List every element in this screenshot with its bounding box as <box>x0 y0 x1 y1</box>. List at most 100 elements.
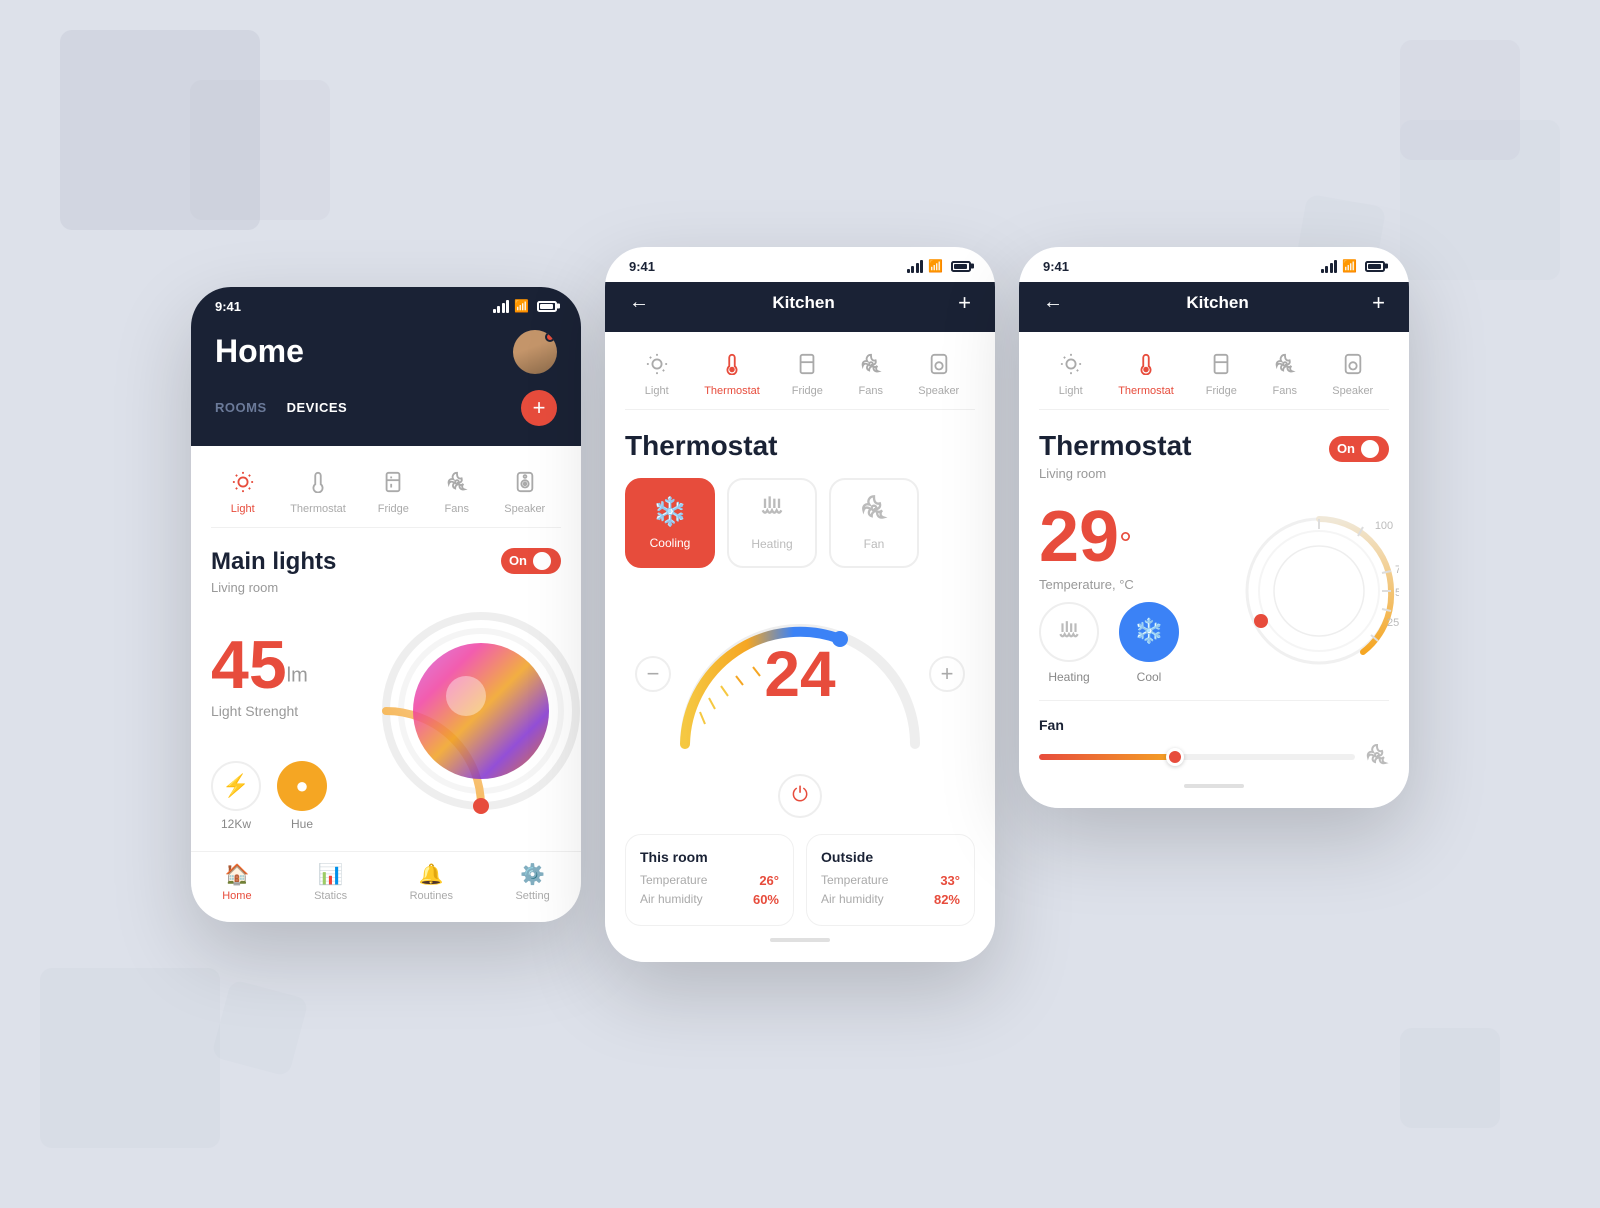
category-tabs-1: Light Thermostat Fridge <box>211 466 561 528</box>
fan-label-3: Fan <box>1039 717 1389 733</box>
nav-routines[interactable]: 🔔 Routines <box>410 862 453 902</box>
svg-text:50: 50 <box>1395 587 1399 599</box>
power-toggle-3[interactable]: On <box>1329 436 1389 462</box>
cat-tab-thermostat[interactable]: Thermostat <box>290 466 346 515</box>
power-toggle-1[interactable]: On <box>501 548 561 574</box>
fridge-icon-2 <box>791 348 823 380</box>
plus-button-2[interactable]: + <box>958 290 971 316</box>
rooms-tab[interactable]: ROOMS <box>215 400 267 415</box>
fans-icon-1 <box>441 466 473 498</box>
phone-thermostat: 9:41 📶 ← Kitchen + <box>605 247 995 962</box>
phone2-body: Light Thermostat Fridge <box>605 332 995 962</box>
kitchen-header-2: ← Kitchen + <box>605 282 995 332</box>
back-button-2[interactable]: ← <box>629 291 649 314</box>
cat2-light[interactable]: Light <box>641 348 673 397</box>
toggle-circle-3 <box>1361 440 1379 458</box>
mode-cooling[interactable]: ❄️ Cooling <box>625 478 715 568</box>
light-unit: lm <box>287 664 308 686</box>
stat-hue: ● Hue <box>277 761 327 831</box>
cat-tab-light[interactable]: Light <box>227 466 259 515</box>
stats-row: ⚡ 12Kw ● Hue <box>211 761 327 831</box>
devices-tab[interactable]: DEVICES <box>287 400 348 415</box>
notification-dot <box>545 332 555 342</box>
back-button-3[interactable]: ← <box>1043 291 1063 314</box>
cat3-label-light: Light <box>1059 385 1083 397</box>
phone1-body: Light Thermostat Fridge <box>191 446 581 851</box>
power-btn-2: ⏻ <box>625 774 975 818</box>
power-circle-2[interactable]: ⏻ <box>778 774 822 818</box>
cat-label-light: Light <box>231 503 255 515</box>
cool-item[interactable]: ❄️ Cool <box>1119 602 1179 684</box>
dial-plus-2[interactable]: + <box>929 656 965 692</box>
thermostat-icon-3 <box>1130 348 1162 380</box>
cat3-fans[interactable]: Fans <box>1269 348 1301 397</box>
cat-tab-speaker[interactable]: Speaker <box>504 466 545 515</box>
light-value: 45 <box>211 627 287 703</box>
svg-text:100: 100 <box>1375 520 1393 532</box>
status-icons-1: 📶 <box>493 299 557 313</box>
cat-tab-fridge[interactable]: Fridge <box>377 466 409 515</box>
setting-icon: ⚙️ <box>520 862 545 887</box>
fan-slider[interactable] <box>1039 754 1355 760</box>
wifi-icon-1: 📶 <box>514 299 529 313</box>
cat2-label-thermostat: Thermostat <box>704 385 760 397</box>
divider-3 <box>1039 700 1389 701</box>
mode-heating[interactable]: Heating <box>727 478 817 568</box>
cat-tab-fans[interactable]: Fans <box>441 466 473 515</box>
toggle-circle-1 <box>533 552 551 570</box>
big-temp-value: 29 <box>1039 497 1119 577</box>
thermostat-icon-2 <box>716 348 748 380</box>
cat2-speaker[interactable]: Speaker <box>918 348 959 397</box>
fan-slider-row <box>1039 743 1389 772</box>
cat2-fridge[interactable]: Fridge <box>791 348 823 397</box>
nav-statics[interactable]: 📊 Statics <box>314 862 347 902</box>
color-dial[interactable] <box>371 601 581 821</box>
time-3: 9:41 <box>1043 259 1069 274</box>
fridge-icon-1 <box>377 466 409 498</box>
svg-text:25: 25 <box>1387 617 1399 629</box>
fan-slider-thumb[interactable] <box>1166 748 1184 766</box>
fan-section: Fan <box>1039 717 1389 772</box>
cool-label-3: Cool <box>1137 670 1162 684</box>
fan-icon-3 <box>1365 743 1389 772</box>
add-button[interactable]: + <box>521 390 557 426</box>
degree-symbol: ° <box>1119 525 1132 561</box>
light-label: Light Strenght <box>211 703 308 719</box>
user-avatar[interactable] <box>513 330 557 374</box>
mode-fan[interactable]: Fan <box>829 478 919 568</box>
time-1: 9:41 <box>215 299 241 314</box>
plus-button-3[interactable]: + <box>1372 290 1385 316</box>
dial-minus-2[interactable]: − <box>635 656 671 692</box>
cat2-thermostat[interactable]: Thermostat <box>704 348 760 397</box>
cat3-label-speaker: Speaker <box>1332 385 1373 397</box>
stat-label-hue: Hue <box>291 817 313 831</box>
hue-icon: ● <box>277 761 327 811</box>
nav-setting[interactable]: ⚙️ Setting <box>515 862 549 902</box>
cat3-speaker[interactable]: Speaker <box>1332 348 1373 397</box>
outside-title: Outside <box>821 849 960 865</box>
cat3-light[interactable]: Light <box>1055 348 1087 397</box>
home-title: Home <box>215 333 304 370</box>
outside-humidity-value: 82% <box>934 892 960 907</box>
heating-item[interactable]: Heating <box>1039 602 1099 684</box>
fan-label-2: Fan <box>864 537 885 551</box>
phone3-title-row: Thermostat Living room On <box>1039 430 1389 497</box>
cat2-fans[interactable]: Fans <box>855 348 887 397</box>
phone-thermostat-detail: 9:41 📶 ← Kitchen + <box>1019 247 1409 808</box>
battery-icon-1 <box>537 301 557 312</box>
thermostat-icon-1 <box>302 466 334 498</box>
wifi-icon-3: 📶 <box>1342 259 1357 273</box>
outside-temp-label: Temperature <box>821 873 888 887</box>
light-icon-2 <box>641 348 673 380</box>
outside-temp-value: 33° <box>940 873 960 888</box>
cat3-fridge[interactable]: Fridge <box>1205 348 1237 397</box>
phone3-body: Light Thermostat Fridge <box>1019 332 1409 808</box>
cool-circle: ❄️ <box>1119 602 1179 662</box>
home-header: Home ROOMS DEVICES + <box>191 322 581 446</box>
nav-home[interactable]: 🏠 Home <box>222 862 251 902</box>
room-info-row: This room Temperature 26° Air humidity 6… <box>625 834 975 926</box>
fridge-icon-3 <box>1205 348 1237 380</box>
temp-dial-2: 24 − + <box>625 584 975 764</box>
cat3-thermostat[interactable]: Thermostat <box>1118 348 1174 397</box>
fans-icon-2 <box>855 348 887 380</box>
